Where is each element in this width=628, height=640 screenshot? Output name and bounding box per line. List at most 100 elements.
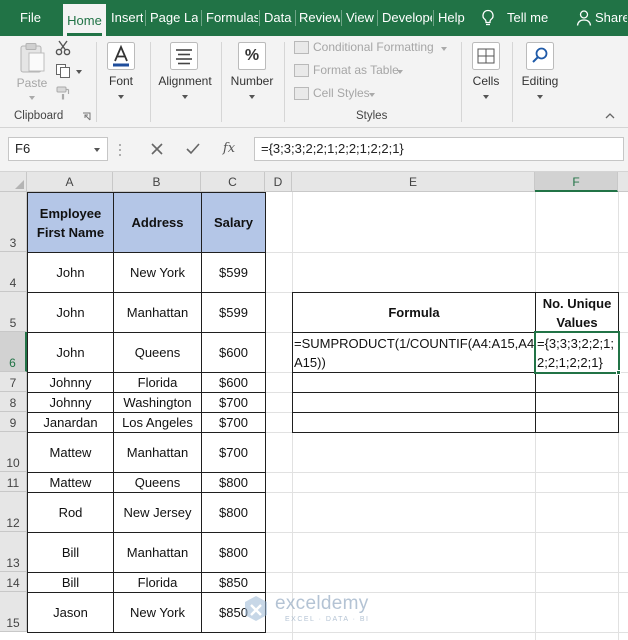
share-button[interactable]: Share <box>595 0 627 36</box>
table-cell[interactable]: $800 <box>201 492 266 533</box>
table-cell[interactable]: $600 <box>201 332 266 373</box>
table-cell[interactable]: Janardan <box>27 412 114 433</box>
tab-insert[interactable]: Insert <box>111 0 143 36</box>
paste-icon[interactable] <box>18 42 46 74</box>
paste-label[interactable]: Paste <box>16 76 48 90</box>
result-empty-cell[interactable] <box>292 372 536 393</box>
table-cell[interactable]: Washington <box>113 392 202 413</box>
table-cell[interactable]: Rod <box>27 492 114 533</box>
tab-help[interactable]: Help <box>438 0 466 36</box>
column-header-f[interactable]: F <box>535 172 618 192</box>
insert-function-button[interactable]: fx <box>218 138 240 160</box>
row-header-7[interactable]: 7 <box>0 372 27 392</box>
formula-text-cell[interactable]: =SUMPRODUCT(1/COUNTIF(A4:A15,A4: A15)) <box>292 332 538 373</box>
tab-page-layout[interactable]: Page Lay <box>150 0 198 36</box>
table-cell[interactable]: Bill <box>27 532 114 573</box>
table-cell[interactable]: New York <box>113 252 202 293</box>
row-header-14[interactable]: 14 <box>0 572 27 592</box>
font-label[interactable]: Font <box>104 74 138 88</box>
table-cell[interactable]: John <box>27 332 114 373</box>
table-cell[interactable]: Los Angeles <box>113 412 202 433</box>
row-header-4[interactable]: 4 <box>0 252 27 292</box>
name-box[interactable]: F6 <box>8 137 108 161</box>
table-cell[interactable]: John <box>27 292 114 333</box>
result-empty-cell[interactable] <box>535 372 619 393</box>
result-empty-cell[interactable] <box>292 392 536 413</box>
tab-home[interactable]: Home <box>63 4 106 36</box>
row-header-5[interactable]: 5 <box>0 292 27 332</box>
table-cell[interactable]: $700 <box>201 412 266 433</box>
font-icon[interactable] <box>107 42 135 70</box>
editing-label[interactable]: Editing <box>517 74 563 88</box>
enter-check-icon[interactable] <box>182 138 204 160</box>
table-cell[interactable]: Manhattan <box>113 432 202 473</box>
column-header-e[interactable]: E <box>292 172 535 192</box>
number-dropdown-caret[interactable] <box>249 95 255 99</box>
copy-icon[interactable] <box>55 63 71 79</box>
cancel-icon[interactable] <box>146 138 168 160</box>
table-cell[interactable]: Mattew <box>27 472 114 493</box>
copy-dropdown-caret[interactable] <box>76 70 82 74</box>
table-cell[interactable]: $700 <box>201 432 266 473</box>
table-cell[interactable]: Johnny <box>27 392 114 413</box>
table-cell[interactable]: John <box>27 252 114 293</box>
header-employee-first-name[interactable]: Employee First Name <box>27 192 114 253</box>
row-header-15[interactable]: 15 <box>0 592 27 632</box>
dialog-launcher-icon[interactable] <box>82 112 91 121</box>
tab-developer[interactable]: Develope <box>382 0 432 36</box>
table-cell[interactable]: New Jersey <box>113 492 202 533</box>
table-cell[interactable]: $599 <box>201 292 266 333</box>
tab-review[interactable]: Review <box>299 0 340 36</box>
tab-formulas[interactable]: Formulas <box>206 0 258 36</box>
table-cell[interactable]: $600 <box>201 372 266 393</box>
format-painter-icon[interactable] <box>55 85 71 101</box>
header-address[interactable]: Address <box>113 192 202 253</box>
editing-dropdown-caret[interactable] <box>537 95 543 99</box>
result-header-formula[interactable]: Formula <box>292 292 536 333</box>
tab-data[interactable]: Data <box>264 0 293 36</box>
tab-view[interactable]: View <box>346 0 376 36</box>
row-header-6[interactable]: 6 <box>0 332 27 372</box>
table-cell[interactable]: $800 <box>201 532 266 573</box>
row-header-12[interactable]: 12 <box>0 492 27 532</box>
table-cell[interactable]: Manhattan <box>113 292 202 333</box>
paste-dropdown-caret[interactable] <box>29 96 35 100</box>
lightbulb-icon[interactable] <box>480 9 496 27</box>
row-header-9[interactable]: 9 <box>0 412 27 432</box>
result-empty-cell[interactable] <box>292 412 536 433</box>
tab-file[interactable]: File <box>20 0 50 36</box>
row-header-10[interactable]: 10 <box>0 432 27 472</box>
cell-styles-caret[interactable] <box>369 93 375 97</box>
column-header-c[interactable]: C <box>201 172 265 192</box>
column-header-d[interactable]: D <box>265 172 292 192</box>
table-cell[interactable]: $599 <box>201 252 266 293</box>
collapse-ribbon-icon[interactable] <box>605 112 615 120</box>
number-label[interactable]: Number <box>226 74 278 88</box>
table-cell[interactable]: Jason <box>27 592 114 633</box>
table-cell[interactable]: Manhattan <box>113 532 202 573</box>
format-as-table-caret[interactable] <box>397 70 403 74</box>
fill-handle[interactable] <box>616 370 621 375</box>
header-salary[interactable]: Salary <box>201 192 266 253</box>
alignment-label[interactable]: Alignment <box>155 74 215 88</box>
result-header-unique-values[interactable]: No. Unique Values <box>535 292 619 333</box>
cells-dropdown-caret[interactable] <box>483 95 489 99</box>
column-header-g[interactable] <box>618 172 628 192</box>
table-cell[interactable]: Queens <box>113 472 202 493</box>
alignment-icon[interactable] <box>170 42 198 70</box>
search-icon[interactable] <box>526 42 554 70</box>
select-all-button[interactable] <box>0 172 27 192</box>
table-cell[interactable]: Johnny <box>27 372 114 393</box>
row-header-8[interactable]: 8 <box>0 392 27 412</box>
table-cell[interactable]: Bill <box>27 572 114 593</box>
active-cell-selection[interactable] <box>534 331 620 374</box>
column-header-a[interactable]: A <box>27 172 113 192</box>
result-empty-cell[interactable] <box>535 392 619 413</box>
table-cell[interactable]: Florida <box>113 572 202 593</box>
row-header-3[interactable]: 3 <box>0 192 27 252</box>
table-cell[interactable]: Queens <box>113 332 202 373</box>
conditional-formatting-caret[interactable] <box>441 47 447 51</box>
table-cell[interactable]: New York <box>113 592 202 633</box>
share-person-icon[interactable] <box>576 9 592 27</box>
cut-icon[interactable] <box>55 40 71 56</box>
